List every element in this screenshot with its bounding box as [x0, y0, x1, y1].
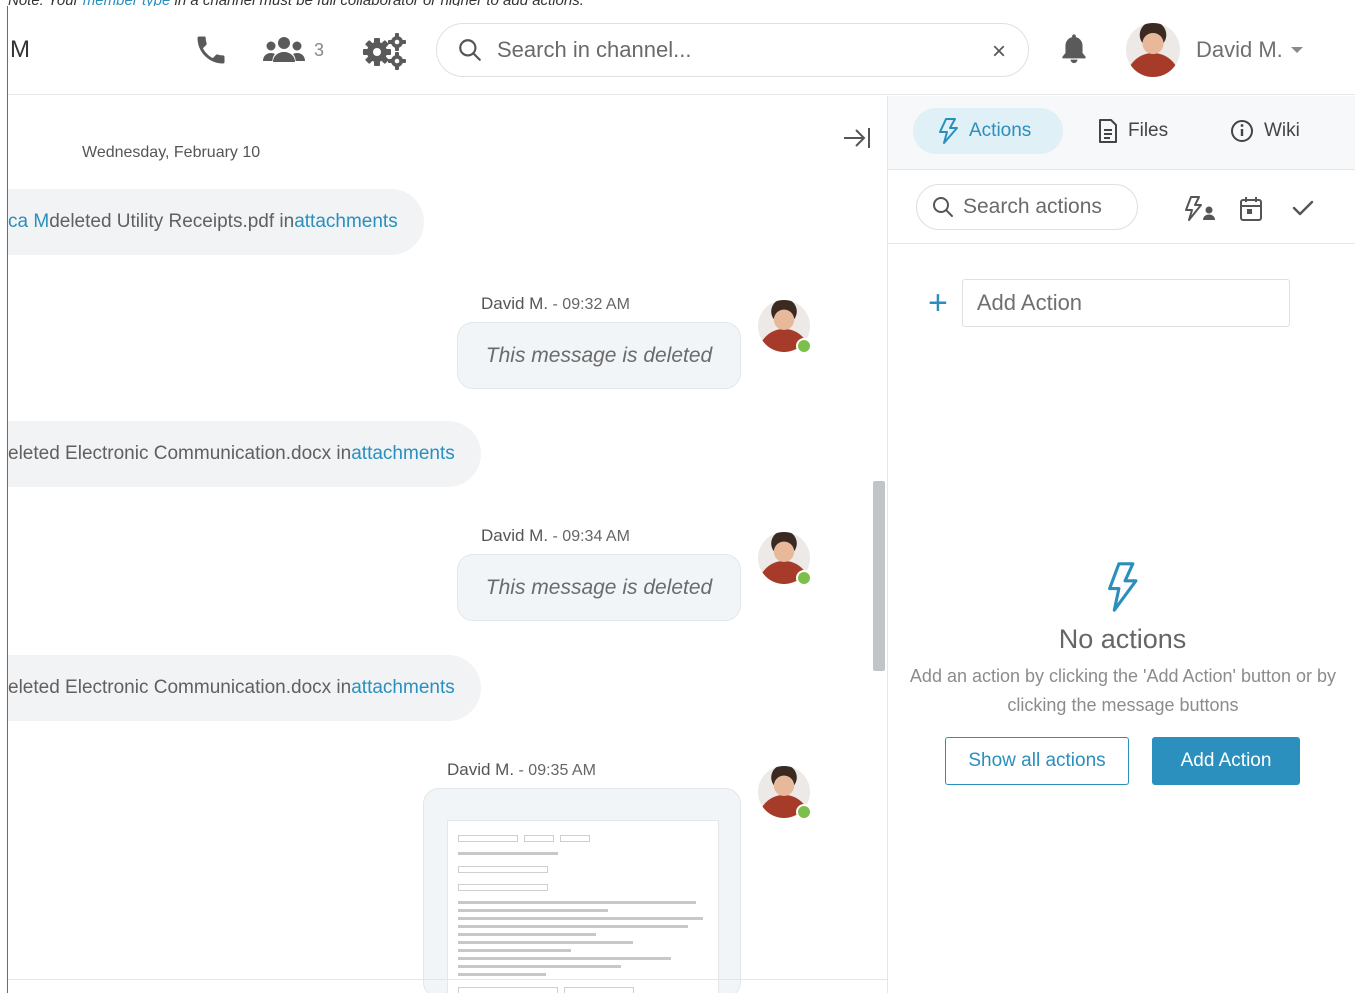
tab-actions[interactable]: Actions — [913, 108, 1063, 154]
attachments-link[interactable]: attachments — [351, 677, 455, 699]
plus-icon[interactable]: + — [928, 286, 948, 320]
search-icon — [933, 197, 953, 217]
message-time: - 09:32 AM — [548, 296, 630, 313]
tab-label: Actions — [969, 120, 1032, 141]
message-avatar[interactable] — [758, 532, 812, 586]
actor-link[interactable]: ca M — [8, 211, 49, 233]
tab-label: Wiki — [1264, 120, 1300, 141]
completed-check-icon[interactable] — [1291, 196, 1315, 225]
online-status-indicator — [796, 804, 812, 820]
online-status-indicator — [796, 570, 812, 586]
system-message: eleted Electronic Communication.docx in … — [8, 655, 481, 721]
calendar-icon[interactable] — [1239, 196, 1263, 227]
member-count: 3 — [314, 39, 325, 60]
settings-gears-icon[interactable] — [362, 32, 408, 70]
deleted-message-bubble[interactable]: This message is deleted — [457, 554, 741, 621]
message-avatar[interactable] — [758, 300, 812, 354]
user-avatar — [1126, 23, 1180, 77]
system-message-text: deleted Utility Receipts.pdf in — [49, 211, 295, 232]
system-message-text: eleted Electronic Communication.docx in — [8, 443, 352, 464]
document-attachment[interactable] — [423, 788, 741, 993]
date-separator: Wednesday, February 10 — [82, 144, 261, 161]
deleted-message-bubble[interactable]: This message is deleted — [457, 322, 741, 389]
chat-area: Wednesday, February 10 ca M deleted Util… — [8, 96, 887, 993]
attachments-link[interactable]: attachments — [351, 443, 455, 465]
tab-label: Files — [1128, 120, 1169, 141]
tab-files[interactable]: Files — [1098, 108, 1168, 154]
notifications-bell-icon[interactable] — [1058, 31, 1090, 72]
channel-header: M 3 × David M. — [8, 6, 1355, 95]
message-author[interactable]: David M. — [481, 526, 548, 545]
add-action-button[interactable]: Add Action — [1152, 737, 1300, 785]
message-meta: David M. - 09:35 AM — [447, 760, 596, 780]
add-action-row: + — [928, 279, 1290, 327]
members-button[interactable]: 3 — [262, 34, 324, 66]
collapse-panel-icon[interactable] — [842, 126, 872, 155]
lightning-icon — [939, 118, 958, 144]
empty-state-title: No actions — [1058, 624, 1187, 654]
file-icon — [1099, 119, 1117, 143]
actions-panel: Actions Files Wiki Search actions + Add … — [887, 96, 1355, 993]
message-author[interactable]: David M. — [447, 760, 514, 779]
system-message-text: eleted Electronic Communication.docx in — [8, 677, 352, 698]
clear-search-icon[interactable]: × — [992, 38, 1006, 66]
search-icon — [459, 39, 481, 61]
empty-state-description: Add an action by clicking the 'Add Actio… — [909, 666, 1337, 715]
message-avatar[interactable] — [758, 766, 812, 820]
show-all-actions-button[interactable]: Show all actions — [945, 737, 1129, 785]
channel-title: M — [10, 36, 30, 63]
actions-search — [916, 184, 1138, 230]
divider — [8, 979, 887, 980]
channel-search-input[interactable] — [497, 37, 1028, 63]
channel-search: × — [436, 23, 1029, 77]
online-status-indicator — [796, 338, 812, 354]
document-preview-image — [447, 820, 719, 993]
message-meta: David M. - 09:32 AM — [481, 294, 630, 314]
chevron-down-icon — [1290, 47, 1303, 53]
add-action-input[interactable] — [961, 279, 1290, 327]
users-icon — [263, 37, 305, 62]
message-time: - 09:35 AM — [514, 762, 596, 779]
user-menu[interactable]: David M. — [1126, 23, 1303, 77]
tab-wiki[interactable]: Wiki — [1230, 108, 1300, 154]
assigned-actions-filter-icon[interactable] — [1184, 196, 1216, 227]
system-message: ca M deleted Utility Receipts.pdf in att… — [8, 189, 424, 255]
actions-search-input[interactable] — [963, 195, 1133, 219]
info-icon — [1231, 120, 1253, 142]
attachments-link[interactable]: attachments — [294, 211, 398, 233]
phone-icon[interactable] — [193, 32, 229, 68]
message-time: - 09:34 AM — [548, 528, 630, 545]
message-author[interactable]: David M. — [481, 294, 548, 313]
chat-scrollbar[interactable] — [873, 481, 885, 671]
lightning-icon — [1105, 562, 1139, 617]
user-name: David M. — [1196, 37, 1283, 62]
actions-toolbar — [888, 170, 1355, 244]
message-meta: David M. - 09:34 AM — [481, 526, 630, 546]
system-message: eleted Electronic Communication.docx in … — [8, 421, 481, 487]
panel-tabs: Actions Files Wiki — [888, 96, 1355, 170]
app-window: M 3 × David M. Wednesday, Feb — [7, 6, 1355, 993]
